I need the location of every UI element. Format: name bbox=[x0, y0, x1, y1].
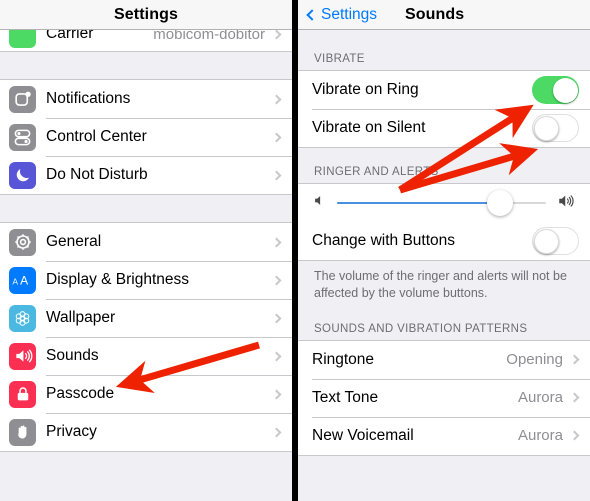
toggle-knob bbox=[552, 77, 578, 103]
back-button[interactable]: Settings bbox=[306, 6, 377, 24]
patterns-group: Ringtone Opening Text Tone Aurora New Vo… bbox=[298, 339, 590, 456]
ringer-group: Change with Buttons bbox=[298, 183, 590, 261]
right-navbar: Settings Sounds bbox=[298, 0, 590, 30]
carrier-icon bbox=[9, 30, 36, 48]
chevron-right-icon bbox=[271, 275, 282, 285]
section-header-sounds-and-vibration-patterns: SOUNDS AND VIBRATION PATTERNS bbox=[298, 301, 590, 340]
hand-icon bbox=[9, 418, 36, 446]
page-title: Sounds bbox=[405, 5, 465, 23]
row-label: Ringtone bbox=[312, 350, 375, 368]
chevron-right-icon bbox=[271, 389, 282, 399]
speaker-icon bbox=[9, 342, 36, 370]
volume-slider-row[interactable] bbox=[298, 184, 590, 222]
section-header-vibrate: VIBRATE bbox=[298, 30, 590, 70]
chevron-right-icon bbox=[271, 237, 282, 247]
volume-slider-knob[interactable] bbox=[487, 190, 514, 216]
sidebar-item-sounds[interactable]: Sounds bbox=[0, 337, 292, 375]
gear-icon bbox=[9, 228, 36, 256]
left-navbar: Settings bbox=[0, 0, 292, 30]
control-center-icon bbox=[9, 123, 36, 151]
carrier-label: Carrier bbox=[46, 30, 94, 42]
toggle-knob bbox=[533, 115, 559, 141]
chevron-right-icon bbox=[271, 351, 282, 361]
sidebar-item-label: Sounds bbox=[46, 347, 99, 364]
chevron-right-icon bbox=[271, 132, 282, 142]
volume-slider-track[interactable] bbox=[337, 190, 546, 216]
group-spacer bbox=[0, 52, 292, 79]
sidebar-item-wallpaper[interactable]: Wallpaper bbox=[0, 299, 292, 337]
sidebar-item-label: Display & Brightness bbox=[46, 271, 190, 288]
row-label: Text Tone bbox=[312, 388, 379, 406]
chevron-left-icon bbox=[306, 8, 318, 21]
sidebar-item-label: Do Not Disturb bbox=[46, 166, 148, 183]
row-vibrate-on-silent[interactable]: Vibrate on Silent bbox=[298, 109, 590, 147]
chevron-right-icon bbox=[271, 170, 282, 180]
settings-group-2: General A A Display & Brightness Wallpap… bbox=[0, 222, 292, 452]
toggle-change-with-buttons[interactable] bbox=[532, 227, 579, 255]
chevron-right-icon bbox=[569, 354, 580, 365]
sidebar-item-control-center[interactable]: Control Center bbox=[0, 118, 292, 156]
sidebar-item-label: Notifications bbox=[46, 90, 131, 107]
lock-icon bbox=[9, 380, 36, 408]
row-text-tone[interactable]: Text Tone Aurora bbox=[298, 378, 590, 417]
chevron-right-icon bbox=[271, 94, 282, 104]
back-button-label: Settings bbox=[321, 5, 378, 23]
row-label: Vibrate on Ring bbox=[312, 81, 419, 98]
section-header-ringer-and-alerts: RINGER AND ALERTS bbox=[298, 148, 590, 183]
row-value: Aurora bbox=[517, 389, 563, 407]
sidebar-item-label: Wallpaper bbox=[46, 309, 116, 326]
settings-list-panel: Settings Carrier mobicom-dobitor Notific… bbox=[0, 0, 292, 501]
toggle-vibrate-on-silent[interactable] bbox=[532, 114, 579, 142]
sidebar-item-privacy[interactable]: Privacy bbox=[0, 413, 292, 451]
speaker-high-icon bbox=[556, 192, 576, 215]
toggle-knob bbox=[533, 228, 559, 254]
sidebar-item-label: Privacy bbox=[46, 423, 97, 440]
sidebar-item-general[interactable]: General bbox=[0, 223, 292, 261]
sounds-detail-panel: Settings Sounds VIBRATE Vibrate on Ring … bbox=[298, 0, 590, 501]
flower-icon bbox=[9, 304, 36, 332]
volume-slider-fill bbox=[337, 202, 501, 204]
carrier-value: mobicom-dobitor bbox=[153, 30, 265, 43]
vibrate-group: Vibrate on Ring Vibrate on Silent bbox=[298, 70, 590, 148]
svg-text:A: A bbox=[12, 276, 18, 286]
table-row-carrier[interactable]: Carrier mobicom-dobitor bbox=[0, 30, 292, 52]
row-vibrate-on-ring[interactable]: Vibrate on Ring bbox=[298, 71, 590, 109]
chevron-right-icon bbox=[271, 313, 282, 323]
ios-settings-split-screenshot: Settings Carrier mobicom-dobitor Notific… bbox=[0, 0, 590, 501]
sidebar-item-label: Passcode bbox=[46, 385, 115, 402]
moon-icon bbox=[9, 161, 36, 189]
sidebar-item-label: Control Center bbox=[46, 128, 147, 145]
page-title: Settings bbox=[114, 5, 178, 23]
ringer-footer-text: The volume of the ringer and alerts will… bbox=[298, 261, 590, 302]
svg-text:A: A bbox=[20, 273, 28, 287]
notifications-icon bbox=[9, 85, 36, 113]
row-value: Opening bbox=[506, 351, 563, 369]
sidebar-item-do-not-disturb[interactable]: Do Not Disturb bbox=[0, 156, 292, 194]
row-label: New Voicemail bbox=[312, 426, 414, 444]
chevron-right-icon bbox=[569, 430, 580, 441]
sidebar-item-passcode[interactable]: Passcode bbox=[0, 375, 292, 413]
settings-group-1: Notifications Control Center Do Not Dist… bbox=[0, 79, 292, 195]
chevron-right-icon bbox=[569, 392, 580, 403]
chevron-right-icon bbox=[271, 427, 282, 437]
speaker-low-icon bbox=[312, 193, 327, 213]
row-change-with-buttons[interactable]: Change with Buttons bbox=[298, 222, 590, 260]
text-size-icon: A A bbox=[9, 266, 36, 294]
group-spacer bbox=[0, 195, 292, 222]
row-new-voicemail[interactable]: New Voicemail Aurora bbox=[298, 416, 590, 455]
sidebar-item-label: General bbox=[46, 233, 102, 250]
chevron-right-icon bbox=[271, 30, 282, 39]
row-label: Vibrate on Silent bbox=[312, 119, 426, 136]
row-ringtone[interactable]: Ringtone Opening bbox=[298, 340, 590, 379]
sidebar-item-display-brightness[interactable]: A A Display & Brightness bbox=[0, 261, 292, 299]
row-value: Aurora bbox=[517, 427, 563, 445]
row-label: Change with Buttons bbox=[312, 232, 456, 249]
toggle-vibrate-on-ring[interactable] bbox=[532, 76, 579, 104]
sidebar-item-notifications[interactable]: Notifications bbox=[0, 80, 292, 118]
